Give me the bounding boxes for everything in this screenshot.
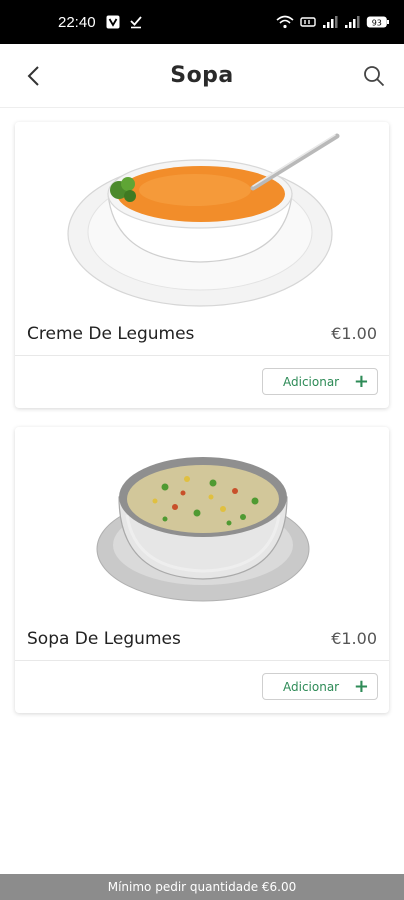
app-header: Sopa: [0, 44, 404, 108]
battery-level: 93: [372, 18, 382, 27]
status-icons: 93: [276, 15, 390, 29]
add-button-label: Adicionar: [283, 374, 340, 389]
back-button[interactable]: [20, 62, 48, 90]
product-list: Creme De Legumes €1.00 Adicionar + Sopa …: [0, 108, 404, 874]
product-price: €1.00: [331, 629, 377, 648]
cream-soup-bowl: [67, 133, 340, 307]
product-card[interactable]: Sopa De Legumes €1.00 Adicionar +: [15, 427, 389, 713]
product-price: €1.00: [331, 324, 377, 343]
status-time: 22:40: [58, 13, 96, 31]
product-name: Sopa De Legumes: [27, 628, 181, 649]
search-button[interactable]: [360, 62, 388, 90]
v-app-icon: [106, 15, 120, 29]
status-bar: 22:40 93: [0, 0, 404, 44]
product-image: [15, 427, 389, 617]
add-button[interactable]: Adicionar +: [262, 673, 378, 700]
product-info: Sopa De Legumes €1.00: [15, 617, 389, 661]
product-actions: Adicionar +: [15, 356, 389, 408]
battery-icon: 93: [366, 15, 390, 29]
plus-icon: +: [353, 675, 369, 697]
add-button-label: Adicionar: [283, 679, 340, 694]
status-left: 22:40: [58, 14, 142, 31]
add-button[interactable]: Adicionar +: [262, 368, 378, 395]
signal-icon: [322, 15, 338, 29]
plus-icon: +: [353, 370, 369, 392]
product-info: Creme De Legumes €1.00: [15, 312, 389, 356]
search-icon: [364, 66, 385, 87]
signal-icon-2: [344, 15, 360, 29]
vegetable-soup-bowl: [96, 457, 310, 602]
back-arrow-icon: [27, 66, 39, 86]
volte-icon: [300, 15, 316, 29]
page-title: Sopa: [170, 63, 234, 88]
product-actions: Adicionar +: [15, 661, 389, 713]
download-done-icon: [129, 15, 142, 29]
product-image: [15, 122, 389, 312]
product-name: Creme De Legumes: [27, 323, 195, 344]
product-card[interactable]: Creme De Legumes €1.00 Adicionar +: [15, 122, 389, 408]
minimum-order-banner: Mínimo pedir quantidade €6.00: [0, 874, 404, 900]
wifi-icon: [276, 15, 294, 29]
minimum-order-text: Mínimo pedir quantidade €6.00: [107, 880, 297, 894]
